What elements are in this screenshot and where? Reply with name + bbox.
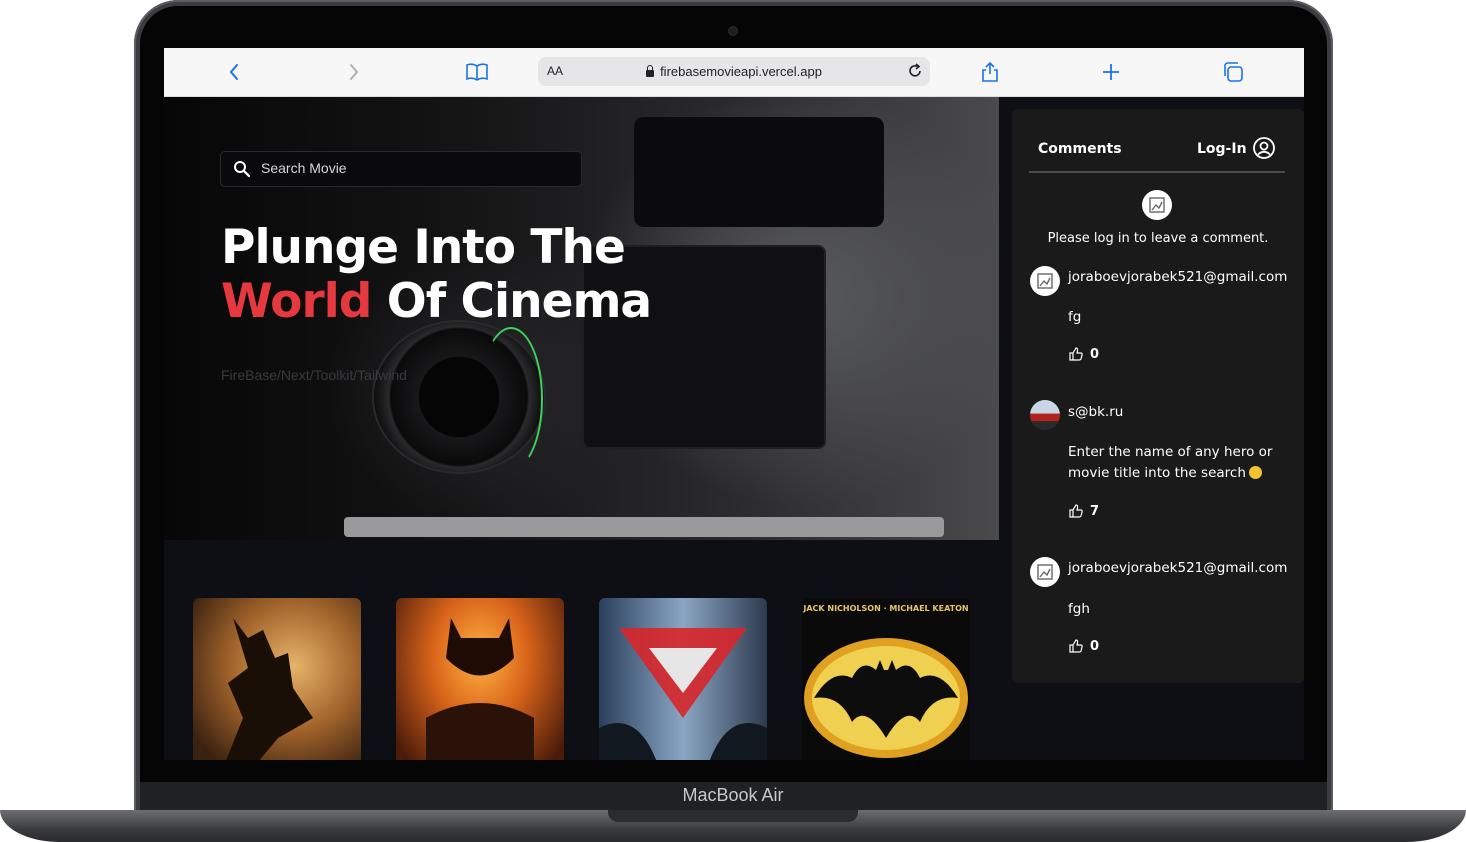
login-button[interactable]: Log-In xyxy=(1197,141,1247,157)
comment-text: fg xyxy=(1068,309,1082,325)
avatar xyxy=(1030,557,1060,587)
search-placeholder: Search Movie xyxy=(261,160,347,176)
share-icon[interactable] xyxy=(976,58,1004,86)
chevron-right-icon[interactable] xyxy=(340,58,368,86)
like-button[interactable]: 0 xyxy=(1068,638,1099,654)
hero-section: Search Movie Plunge Into The World Of Ci… xyxy=(164,97,999,540)
batman-mask-icon xyxy=(426,618,534,760)
hero-camera-image xyxy=(634,117,884,227)
thumbs-up-icon xyxy=(1069,347,1083,361)
avatar xyxy=(1142,190,1172,220)
url-text: firebasemovieapi.vercel.app xyxy=(538,64,930,79)
like-button[interactable]: 7 xyxy=(1068,503,1099,519)
comments-divider xyxy=(1029,171,1285,173)
comment-text: Enter the name of any hero or movie titl… xyxy=(1068,442,1283,484)
broken-image-icon xyxy=(1149,197,1165,213)
like-count: 7 xyxy=(1090,503,1100,519)
hero-lens-ring xyxy=(479,327,543,471)
smile-emoji-icon xyxy=(1248,466,1262,479)
avatar xyxy=(1030,266,1060,296)
user-circle-icon[interactable] xyxy=(1252,136,1276,164)
browser-toolbar: AA firebasemovieapi.vercel.app xyxy=(164,48,1304,97)
search-icon xyxy=(233,160,251,182)
hero-subtitle: FireBase/Next/Toolkit/Tailwind xyxy=(221,367,407,383)
laptop-hinge-notch xyxy=(608,810,858,822)
webcam-icon xyxy=(729,27,737,35)
comment-text-body: Enter the name of any hero or movie titl… xyxy=(1068,444,1273,481)
reload-icon[interactable] xyxy=(906,62,924,84)
browser-screen: AA firebasemovieapi.vercel.app Search Mo… xyxy=(164,48,1304,760)
address-bar[interactable]: AA firebasemovieapi.vercel.app xyxy=(538,57,930,86)
broken-image-icon xyxy=(1037,564,1053,580)
hero-title-rest: Of Cinema xyxy=(371,274,652,329)
hero-title-line2: World Of Cinema xyxy=(221,274,652,329)
comments-panel: Comments Log-In Please log in to leave a… xyxy=(1012,109,1304,683)
comment-author: joraboevjorabek521@gmail.com xyxy=(1068,560,1288,576)
avatar xyxy=(1030,400,1060,430)
broken-image-icon xyxy=(1037,273,1053,289)
thumbs-up-icon xyxy=(1069,639,1083,653)
comment-author: joraboevjorabek521@gmail.com xyxy=(1068,269,1288,285)
movie-card[interactable] xyxy=(599,598,767,760)
poster-cast-text: JACK NICHOLSON · MICHAEL KEATON xyxy=(803,604,969,613)
hero-title: Plunge Into The World Of Cinema xyxy=(221,220,652,329)
hero-title-line1: Plunge Into The xyxy=(221,220,626,275)
bat-symbol-icon xyxy=(804,638,968,758)
thumbs-up-icon xyxy=(1069,504,1083,518)
like-count: 0 xyxy=(1090,638,1100,654)
comment-text: fgh xyxy=(1068,601,1090,617)
book-icon[interactable] xyxy=(463,58,491,86)
chevron-left-icon[interactable] xyxy=(220,58,248,86)
like-button[interactable]: 0 xyxy=(1068,346,1099,362)
superman-logo-icon xyxy=(599,628,767,760)
comment-author: s@bk.ru xyxy=(1068,404,1124,420)
movie-card[interactable] xyxy=(396,598,564,760)
movie-card[interactable]: JACK NICHOLSON · MICHAEL KEATON xyxy=(802,598,970,760)
movie-card[interactable] xyxy=(193,598,361,760)
batman-silhouette-icon xyxy=(226,618,313,760)
tabs-icon[interactable] xyxy=(1219,58,1247,86)
hero-title-accent: World xyxy=(221,274,372,329)
movie-list: JACK NICHOLSON · MICHAEL KEATON xyxy=(164,540,999,760)
device-label: MacBook Air xyxy=(682,785,784,805)
lock-icon xyxy=(646,65,655,77)
comments-title: Comments xyxy=(1038,141,1122,157)
search-input[interactable]: Search Movie xyxy=(221,152,581,186)
like-count: 0 xyxy=(1090,346,1100,362)
url-label: firebasemovieapi.vercel.app xyxy=(660,64,822,79)
login-prompt: Please log in to leave a comment. xyxy=(1047,231,1269,246)
hero-camera-rail xyxy=(344,517,944,537)
plus-icon[interactable] xyxy=(1097,58,1125,86)
